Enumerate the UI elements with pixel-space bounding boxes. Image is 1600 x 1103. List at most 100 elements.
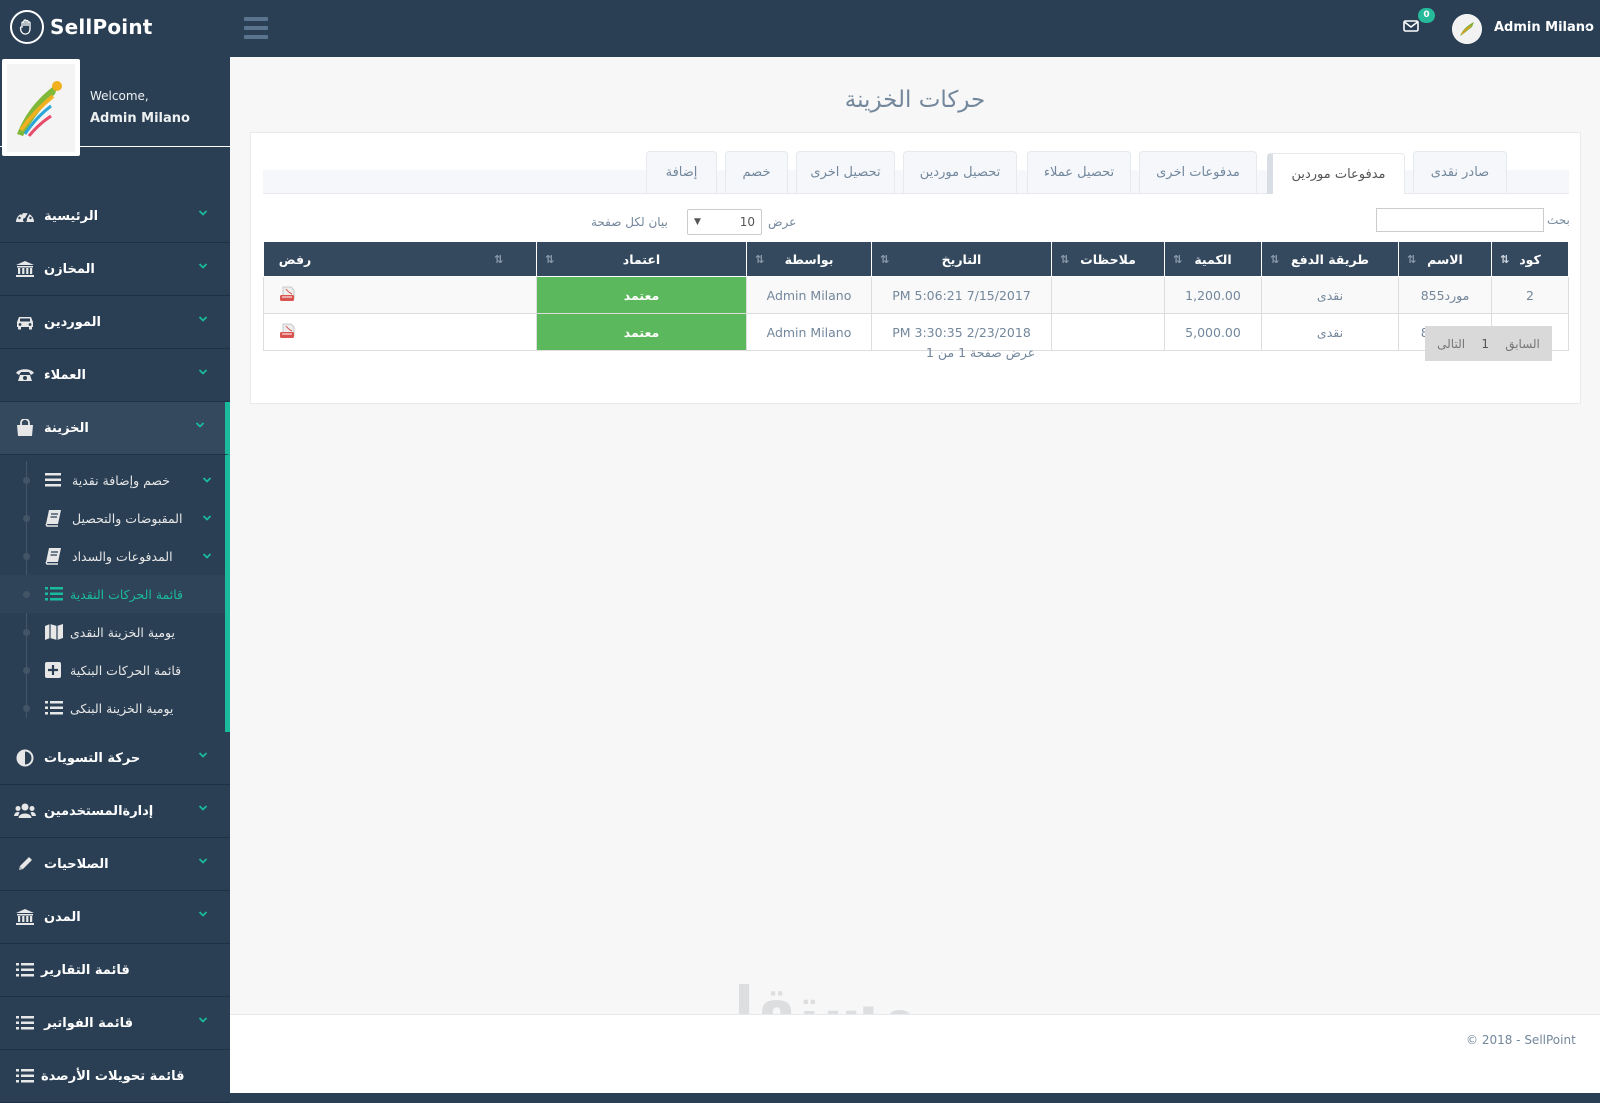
chevron-down-icon (198, 210, 208, 216)
sidebar-item-settlements[interactable]: حركة التسويات (0, 732, 230, 785)
pdf-icon[interactable] (278, 323, 298, 341)
cell-reject (263, 276, 537, 314)
sidebar-item-customers[interactable]: العملاء (0, 349, 230, 402)
car-icon (14, 312, 36, 332)
tab-outgoing-cash[interactable]: صادر نقدى (1413, 151, 1507, 193)
sidebar-item-users[interactable]: إدارةالمستخدمين (0, 785, 230, 838)
sort-icon: ⇅ (1060, 253, 1070, 266)
chevron-down-icon (198, 1017, 208, 1023)
list-icon (14, 1066, 36, 1086)
column-header-approve[interactable]: اعتماد ⇅ (536, 241, 747, 277)
profile-block: Welcome, Admin Milano (0, 57, 230, 156)
column-header-code[interactable]: كود ⇅ (1491, 241, 1569, 277)
submenu-item-label: المدفوعات والسداد (72, 548, 173, 564)
column-header-by[interactable]: بواسطة ⇅ (746, 241, 872, 277)
sidebar-item-label: العملاء (44, 367, 86, 383)
bank-icon (14, 907, 36, 927)
chevron-down-icon (198, 316, 208, 322)
sort-icon: ⇅ (545, 253, 555, 266)
chevron-down-icon (198, 858, 208, 864)
list-icon (45, 701, 63, 715)
profile-picture (2, 59, 80, 156)
submenu-item-label: يومية الخزينة البنكى (70, 700, 174, 716)
tab-customer-collection[interactable]: تحصيل عملاء (1027, 151, 1131, 193)
sidebar-item-label: الموردين (44, 314, 101, 330)
chevron-down-icon (195, 422, 205, 428)
tab-supplier-collection[interactable]: تحصيل موردين (903, 151, 1017, 193)
sidebar-item-cities[interactable]: المدن (0, 891, 230, 944)
sidebar-item-treasury[interactable]: الخزينة (0, 402, 230, 455)
sort-icon: ⇅ (1500, 253, 1510, 266)
submenu-item-cash-journal[interactable]: يومية الخزينة النقدى (0, 613, 225, 651)
cell-notes (1051, 313, 1165, 351)
sidebar-menu: الرئيسية المخازن الموردين العملاء الخزين… (0, 190, 230, 1103)
approved-badge[interactable]: معتمد (536, 276, 747, 314)
page-length-select[interactable]: ▼ 10 (687, 209, 762, 235)
page-title: حركات الخزينة (844, 87, 986, 113)
bars-icon (45, 473, 61, 487)
column-header-amount[interactable]: الكمية ⇅ (1164, 241, 1262, 277)
pagination-previous[interactable]: السابق (1505, 337, 1540, 351)
adjust-icon (14, 748, 36, 768)
sort-icon: ⇅ (1173, 253, 1183, 266)
table-row[interactable]: 3 مورد860 نقدى 5,000.00 2/23/2018 3:30:3… (263, 313, 1569, 351)
tab-other-payments[interactable]: مدفوعات اخرى (1139, 151, 1257, 193)
menu-toggle-icon[interactable] (244, 17, 268, 39)
chevron-down-icon (198, 369, 208, 375)
sidebar-item-label: الخزينة (44, 420, 89, 436)
user-menu-name[interactable]: Admin Milano (1494, 20, 1594, 35)
column-header-reject[interactable]: رفض ⇅ (263, 241, 537, 277)
table-row[interactable]: 2 مورد855 نقدى 1,200.00 7/15/2017 5:06:2… (263, 276, 1569, 314)
tab-other-collection[interactable]: تحصيل اخرى (796, 151, 895, 193)
sort-icon: ⇅ (755, 253, 765, 266)
avatar[interactable] (1452, 14, 1482, 44)
sort-icon: ⇅ (1407, 253, 1417, 266)
search-input[interactable] (1376, 208, 1544, 232)
submenu-item-bank-movements[interactable]: قائمة الحركات البنكية (0, 651, 225, 689)
approved-badge[interactable]: معتمد (536, 313, 747, 351)
cell-by: Admin Milano (746, 313, 872, 351)
chevron-down-icon: ▼ (694, 217, 701, 227)
tab-addition[interactable]: إضافة (646, 151, 717, 193)
sidebar-item-home[interactable]: الرئيسية (0, 190, 230, 243)
sidebar-item-label: قائمة الفواتير (44, 1015, 133, 1031)
sidebar-item-invoices[interactable]: قائمة الفواتير (0, 997, 230, 1050)
sidebar-item-balance-transfers[interactable]: قائمة تحويلات الأرصدة (0, 1050, 230, 1103)
column-header-notes[interactable]: ملاحظات ⇅ (1051, 241, 1165, 277)
length-prefix-label: عرض (768, 215, 797, 229)
cell-by: Admin Milano (746, 276, 872, 314)
column-header-payment-method[interactable]: طريقة الدفع ⇅ (1261, 241, 1399, 277)
pagination-next[interactable]: التالى (1437, 337, 1465, 351)
envelope-icon[interactable] (1403, 19, 1423, 37)
chevron-down-icon (198, 752, 208, 758)
sidebar-item-permissions[interactable]: الصلاحيات (0, 838, 230, 891)
sidebar-item-label: الرئيسية (44, 208, 99, 224)
column-header-date[interactable]: التاريخ ⇅ (871, 241, 1052, 277)
map-icon (45, 624, 63, 640)
main-content: حركات الخزينة صادر نقدى مدفوعات موردين م… (230, 57, 1600, 1093)
sidebar-item-label: قائمة التقارير (41, 962, 130, 978)
book-icon (45, 548, 61, 565)
tab-supplier-payments[interactable]: مدفوعات موردين (1267, 153, 1405, 194)
page-length-value: 10 (739, 215, 755, 229)
submenu-item-payments[interactable]: المدفوعات والسداد (0, 537, 225, 575)
submenu-item-cash-movements[interactable]: قائمة الحركات النقدية (0, 575, 225, 613)
cell-code: 2 (1491, 276, 1569, 314)
list-icon (14, 960, 36, 980)
pdf-icon[interactable] (278, 286, 298, 304)
chevron-down-icon (202, 477, 212, 483)
sidebar-item-label: إدارةالمستخدمين (44, 803, 154, 819)
column-header-name[interactable]: الاسم ⇅ (1398, 241, 1492, 277)
submenu-item-cash-adjust[interactable]: خصم وإضافة نقدية (0, 461, 225, 499)
pagination: السابق 1 التالى (1425, 326, 1552, 361)
brand[interactable]: SellPoint (10, 10, 153, 44)
sidebar-item-reports[interactable]: قائمة التقارير (0, 944, 230, 997)
pagination-page-1[interactable]: 1 (1481, 337, 1489, 351)
tab-discount[interactable]: خصم (725, 151, 788, 193)
chevron-down-icon[interactable]: ⌄ (1582, 21, 1590, 32)
submenu-item-bank-journal[interactable]: يومية الخزينة البنكى (0, 689, 225, 727)
content-panel: صادر نقدى مدفوعات موردين مدفوعات اخرى تح… (250, 132, 1581, 404)
sidebar-item-stores[interactable]: المخازن (0, 243, 230, 296)
sidebar-item-suppliers[interactable]: الموردين (0, 296, 230, 349)
submenu-item-receipts[interactable]: المقبوضات والتحصيل (0, 499, 225, 537)
